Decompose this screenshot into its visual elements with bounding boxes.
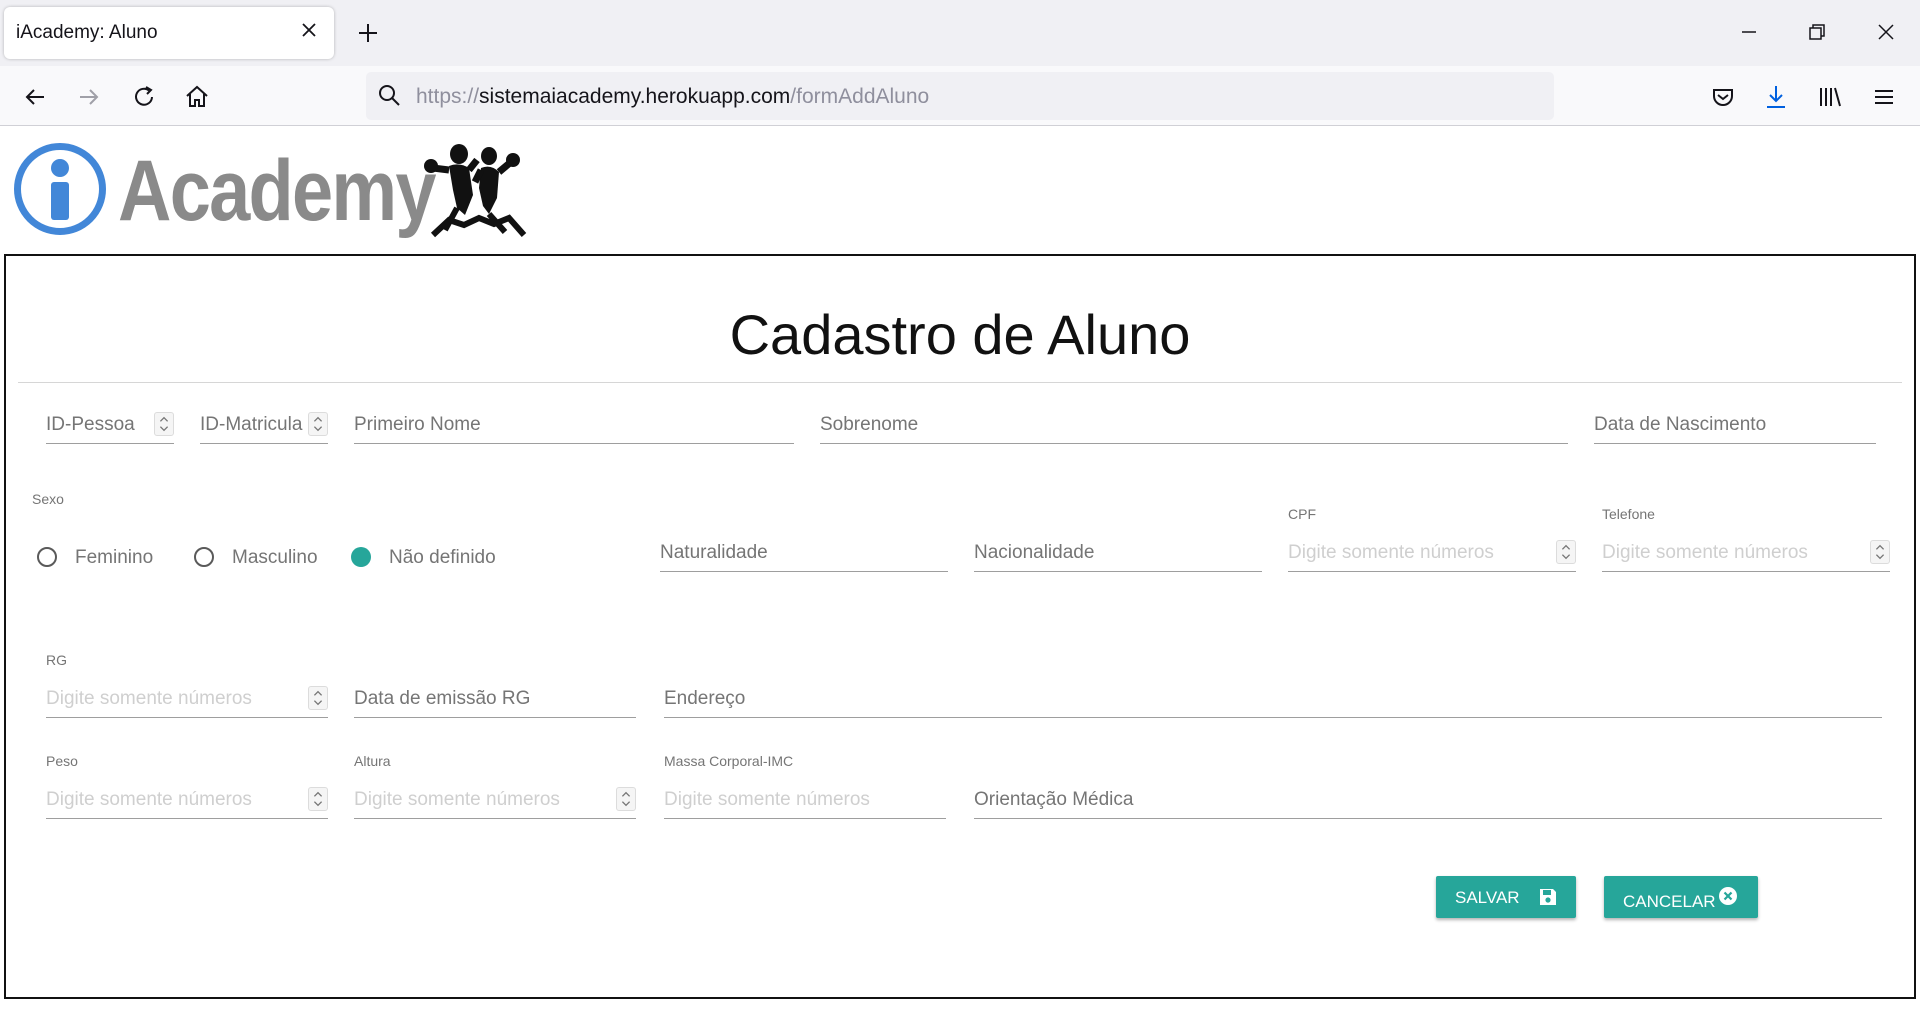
cpf-input[interactable]: CPF Digite somente números [1288,506,1576,572]
rg-label: RG [46,652,67,668]
orientacao-medica-input[interactable]: Orientação Médica [974,783,1882,819]
url-host: sistemaiacademy.herokuapp.com [479,85,791,108]
endereco-placeholder: Endereço [664,688,746,709]
url-scheme: https:// [416,85,480,108]
data-nascimento-placeholder: Data de Nascimento [1594,414,1767,435]
endereco-input[interactable]: Endereço [664,682,1882,718]
stepper-icon[interactable] [308,787,328,811]
imc-input[interactable]: Massa Corporal-IMC Digite somente número… [664,753,946,819]
data-emissao-rg-placeholder: Data de emissão RG [354,688,531,709]
id-pessoa-input[interactable]: ID-Pessoa [46,408,174,444]
id-matricula-input[interactable]: ID-Matricula [200,408,328,444]
orientacao-medica-placeholder: Orientação Médica [974,789,1134,810]
primeiro-nome-placeholder: Primeiro Nome [354,414,481,435]
rg-input[interactable]: RG Digite somente números [46,652,328,718]
url-path: /formAddAluno [790,85,930,108]
stepper-icon[interactable] [308,686,328,710]
radio-label: Masculino [232,547,318,568]
radio-label: Feminino [75,547,154,568]
menu-icon[interactable] [1869,82,1899,112]
forward-icon[interactable] [74,82,104,112]
cancel-button-label: CANCELAR [1623,892,1716,911]
id-matricula-placeholder: ID-Matricula [200,414,303,435]
close-window-icon[interactable] [1872,18,1900,46]
search-icon [379,85,400,106]
new-tab-icon[interactable] [355,20,381,46]
data-emissao-rg-input[interactable]: Data de emissão RG [354,682,636,718]
browser-tab-bar: iAcademy: Aluno [0,0,1920,66]
altura-label: Altura [354,753,391,769]
naturalidade-placeholder: Naturalidade [660,542,768,563]
url-bar[interactable]: https://sistemaiacademy.herokuapp.com/fo… [366,72,1554,120]
library-icon[interactable] [1815,82,1845,112]
logo-text: Academy [118,143,437,239]
radio-label: Não definido [389,547,496,568]
url-text: https://sistemaiacademy.herokuapp.com/fo… [416,85,929,109]
reload-icon[interactable] [129,82,159,112]
peso-input[interactable]: Peso Digite somente números [46,753,328,819]
tab-title: iAcademy: Aluno [16,22,158,43]
restore-icon[interactable] [1803,18,1831,46]
pocket-icon[interactable] [1708,82,1738,112]
cpf-label: CPF [1288,506,1316,522]
divider [18,382,1902,383]
naturalidade-input[interactable]: Naturalidade [660,536,948,572]
sexo-label: Sexo [32,491,64,507]
telefone-input[interactable]: Telefone Digite somente números [1602,506,1890,572]
browser-navbar: https://sistemaiacademy.herokuapp.com/fo… [0,66,1920,126]
save-button[interactable]: SALVAR [1436,876,1576,918]
data-nascimento-input[interactable]: Data de Nascimento [1594,408,1876,444]
telefone-label: Telefone [1602,506,1655,522]
imc-placeholder: Digite somente números [664,789,870,810]
stepper-icon[interactable] [308,412,328,436]
sobrenome-placeholder: Sobrenome [820,414,919,435]
radio-circle[interactable] [37,547,57,567]
back-icon[interactable] [20,82,50,112]
altura-placeholder: Digite somente números [354,789,560,810]
stepper-icon[interactable] [1556,540,1576,564]
altura-input[interactable]: Altura Digite somente números [354,753,636,819]
stepper-icon[interactable] [154,412,174,436]
cancel-button[interactable]: CANCELAR [1604,876,1758,918]
peso-label: Peso [46,753,78,769]
cpf-placeholder: Digite somente números [1288,542,1494,563]
sobrenome-input[interactable]: Sobrenome [820,408,1568,444]
imc-label: Massa Corporal-IMC [664,753,794,769]
browser-tab[interactable]: iAcademy: Aluno [4,7,334,59]
logo-info-icon [14,143,106,235]
nacionalidade-input[interactable]: Nacionalidade [974,536,1262,572]
nacionalidade-placeholder: Nacionalidade [974,542,1095,563]
download-icon[interactable] [1761,82,1791,112]
stepper-icon[interactable] [1870,540,1890,564]
page-title: Cadastro de Aluno [729,303,1191,366]
telefone-placeholder: Digite somente números [1602,542,1808,563]
academy-logo: Academy [14,140,534,240]
radio-circle-selected[interactable] [351,547,371,567]
id-pessoa-placeholder: ID-Pessoa [46,414,135,435]
home-icon[interactable] [182,82,212,112]
fitness-couple-icon [424,144,527,238]
close-circle-icon [1719,887,1737,905]
peso-placeholder: Digite somente números [46,789,252,810]
stepper-icon[interactable] [616,787,636,811]
student-form: Cadastro de Aluno ID-Pessoa ID-Matricula… [4,254,1916,999]
save-button-label: SALVAR [1455,888,1520,907]
rg-placeholder: Digite somente números [46,688,252,709]
primeiro-nome-input[interactable]: Primeiro Nome [354,408,794,444]
close-tab-icon[interactable] [298,19,320,41]
floppy-disk-icon [1540,889,1556,905]
radio-circle[interactable] [194,547,214,567]
minimize-icon[interactable] [1735,18,1763,46]
